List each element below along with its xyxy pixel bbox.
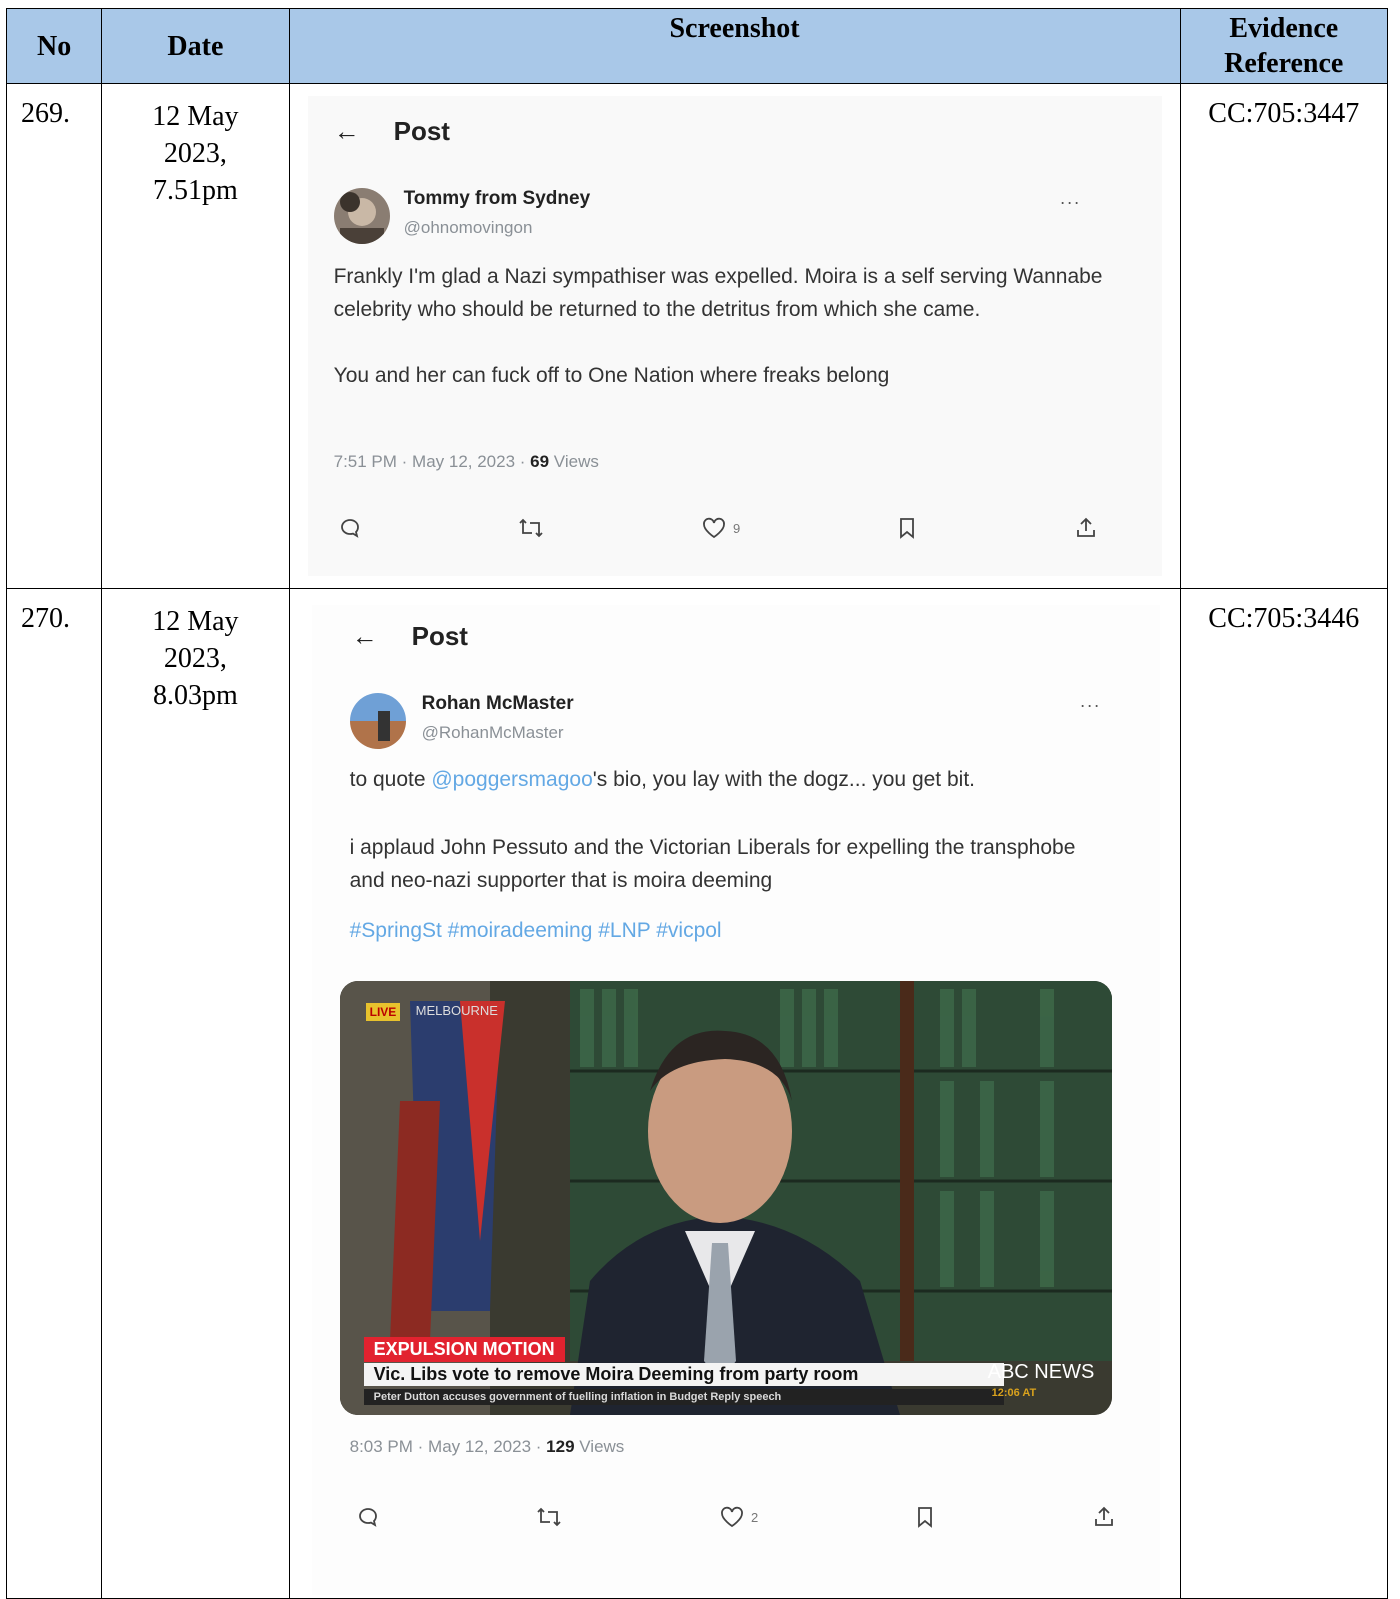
header-evidence-reference: Evidence Reference bbox=[1179, 8, 1389, 84]
display-name[interactable]: Tommy from Sydney bbox=[404, 188, 591, 210]
display-name[interactable]: Rohan McMaster bbox=[422, 693, 574, 715]
tweet-text-suffix: 's bio, you lay with the dogz... you get… bbox=[592, 768, 975, 791]
reply-button[interactable] bbox=[338, 516, 362, 540]
avatar-image bbox=[333, 188, 390, 244]
post-header: ← Post bbox=[352, 621, 468, 652]
header-no: No bbox=[5, 8, 103, 84]
hashtags[interactable]: #SpringSt #moiradeeming #LNP #vicpol bbox=[350, 919, 722, 943]
bookmark-button[interactable] bbox=[914, 1505, 936, 1529]
share-icon bbox=[1076, 517, 1095, 537]
abc-news-logo: ABC NEWS bbox=[987, 1361, 1095, 1383]
reply-icon bbox=[340, 519, 359, 538]
post-title: Post bbox=[411, 621, 468, 651]
tweet-text-line1: to quote @poggersmagoo's bio, you lay wi… bbox=[350, 763, 1110, 796]
more-options-icon[interactable]: ··· bbox=[1060, 192, 1081, 213]
heart-icon bbox=[721, 1506, 743, 1528]
like-count: 9 bbox=[732, 520, 741, 536]
like-button[interactable]: 2 bbox=[719, 1505, 758, 1529]
live-badge: LIVE bbox=[365, 1003, 401, 1021]
tweet-text-line2: i applaud John Pessuto and the Victorian… bbox=[349, 836, 1082, 892]
tweet-text: Frankly I'm glad a Nazi sympathiser was … bbox=[333, 265, 1103, 387]
views-label: Views bbox=[549, 452, 599, 471]
row-evidence-reference: CC:705:3446 bbox=[1179, 588, 1389, 1599]
repost-icon bbox=[537, 1507, 561, 1527]
like-button[interactable]: 9 bbox=[701, 516, 740, 540]
user-handle[interactable]: @RohanMcMaster bbox=[422, 723, 564, 743]
back-arrow-icon[interactable]: ← bbox=[334, 116, 394, 147]
tweet-text-prefix: to quote bbox=[349, 768, 432, 791]
broadcast-time: 12:06 AT bbox=[991, 1387, 1037, 1399]
header-screenshot: Screenshot bbox=[288, 8, 1181, 84]
repost-button[interactable] bbox=[535, 1505, 563, 1529]
avatar[interactable] bbox=[333, 188, 390, 244]
tweet-card: ← Post Rohan McMaster @RohanMcMaster ···… bbox=[311, 605, 1160, 1595]
chyron-subheadline: Vic. Libs vote to remove Moira Deeming f… bbox=[363, 1363, 1004, 1386]
header-row: No Date Screenshot Evidence Reference bbox=[5, 8, 1389, 84]
bookmark-icon bbox=[918, 1507, 932, 1528]
post-header: ← Post bbox=[334, 116, 450, 147]
header-date: Date bbox=[101, 8, 290, 84]
row-date: 12 May 2023, 8.03pm bbox=[101, 588, 290, 1599]
view-count: 69 bbox=[530, 452, 550, 471]
action-bar: 9 bbox=[338, 516, 1098, 540]
table-row: 269. 12 May 2023, 7.51pm ← Post Tommy fr… bbox=[5, 83, 1389, 589]
evidence-table: No Date Screenshot Evidence Reference 26… bbox=[5, 8, 1389, 1599]
repost-icon bbox=[519, 518, 543, 538]
tweet-meta: 7:51 PM · May 12, 2023 · 69 Views bbox=[334, 452, 599, 472]
row-number: 270. bbox=[5, 588, 103, 1599]
row-date-text: 12 May 2023, 8.03pm bbox=[152, 606, 239, 712]
views-label: Views bbox=[574, 1437, 625, 1456]
like-count: 2 bbox=[750, 1509, 759, 1525]
video-thumbnail[interactable]: LIVE MELBOURNE EXPULSION MOTION Vic. Lib… bbox=[339, 981, 1112, 1415]
more-options-icon[interactable]: ··· bbox=[1080, 695, 1101, 716]
action-bar: 2 bbox=[356, 1505, 1116, 1529]
reply-button[interactable] bbox=[356, 1505, 380, 1529]
avatar[interactable] bbox=[349, 693, 406, 749]
row-date-text: 12 May 2023, 7.51pm bbox=[152, 101, 239, 207]
tweet-timestamp: 7:51 PM · May 12, 2023 · bbox=[333, 452, 531, 471]
share-button[interactable] bbox=[1092, 1505, 1116, 1529]
view-count: 129 bbox=[546, 1437, 575, 1456]
chyron-headline: EXPULSION MOTION bbox=[363, 1337, 565, 1362]
row-screenshot: ← Post Rohan McMaster @RohanMcMaster ···… bbox=[288, 588, 1181, 1599]
location-label: MELBOURNE bbox=[415, 1003, 498, 1018]
row-number: 269. bbox=[5, 83, 103, 589]
avatar-image bbox=[349, 693, 406, 749]
user-handle[interactable]: @ohnomovingon bbox=[404, 218, 533, 238]
tweet-meta: 8:03 PM · May 12, 2023 · 129 Views bbox=[350, 1437, 625, 1457]
bookmark-button[interactable] bbox=[896, 516, 918, 540]
mention-link[interactable]: @poggersmagoo bbox=[431, 768, 592, 791]
repost-button[interactable] bbox=[517, 516, 545, 540]
tweet-timestamp: 8:03 PM · May 12, 2023 · bbox=[349, 1437, 547, 1456]
bookmark-icon bbox=[900, 518, 914, 539]
back-arrow-icon[interactable]: ← bbox=[352, 621, 412, 652]
share-button[interactable] bbox=[1074, 516, 1098, 540]
table-row: 270. 12 May 2023, 8.03pm ← Post Rohan Mc… bbox=[5, 588, 1389, 1599]
post-title: Post bbox=[393, 116, 450, 146]
row-screenshot: ← Post Tommy from Sydney @ohnomovingon ·… bbox=[288, 83, 1181, 589]
heart-icon bbox=[703, 517, 725, 539]
row-evidence-reference: CC:705:3447 bbox=[1179, 83, 1389, 589]
reply-icon bbox=[358, 1508, 377, 1527]
news-ticker: Peter Dutton accuses government of fuell… bbox=[363, 1389, 1004, 1405]
tweet-card: ← Post Tommy from Sydney @ohnomovingon ·… bbox=[307, 96, 1162, 576]
share-icon bbox=[1094, 1506, 1113, 1526]
row-date: 12 May 2023, 7.51pm bbox=[101, 83, 290, 589]
